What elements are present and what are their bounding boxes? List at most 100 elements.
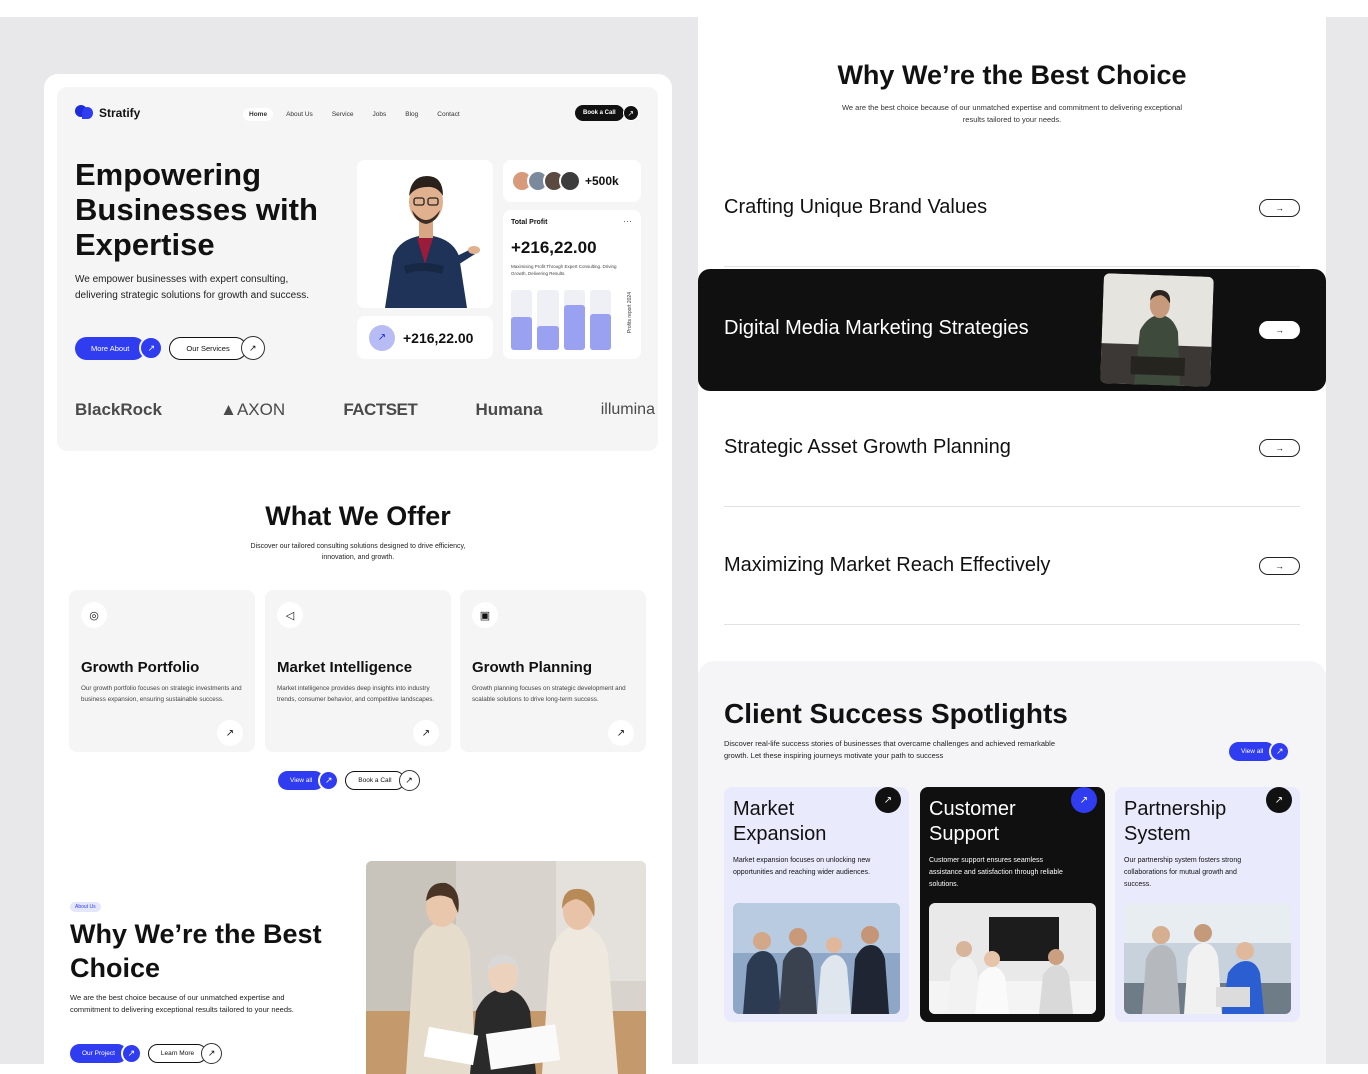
- book-call-button-secondary[interactable]: Book a Call ↗: [345, 770, 420, 791]
- book-call-label: Book a Call: [575, 105, 624, 121]
- offer-card-description: Our growth portfolio focuses on strategi…: [81, 685, 242, 703]
- megaphone-icon: ◁: [277, 602, 303, 628]
- spotlights-description: Discover real-life success stories of bu…: [724, 739, 1055, 760]
- brand-name: Stratify: [99, 105, 141, 120]
- partners-meeting-photo: [1124, 903, 1291, 1014]
- consultant-photo: [357, 160, 493, 308]
- nav-about[interactable]: About Us: [280, 108, 319, 121]
- arrow-up-right-icon: ↗: [139, 336, 164, 360]
- profit-label: Total Profit: [511, 219, 548, 226]
- business-group-photo: [733, 903, 900, 1014]
- arrow-up-right-icon: ↗: [622, 105, 639, 121]
- arrow-right-icon[interactable]: →: [1259, 556, 1300, 575]
- learn-more-label: Learn More: [147, 1044, 208, 1063]
- arrow-right-icon[interactable]: →: [1259, 321, 1300, 339]
- our-project-button[interactable]: Our Project ↗: [70, 1043, 142, 1064]
- offer-section-title: What We Offer: [265, 501, 451, 531]
- arrow-up-right-icon[interactable]: ↗: [875, 787, 901, 813]
- logo-factset: FACTSET: [343, 400, 418, 419]
- growth-stat-value: +216,22.00: [403, 329, 474, 346]
- logo-blackrock: BlackRock: [75, 400, 162, 419]
- offer-card-title: Growth Planning: [472, 659, 592, 676]
- growth-stat-card: ↗ +216,22.00: [357, 316, 493, 359]
- hero-section: Stratify Home About Us Service Jobs Blog…: [57, 87, 658, 451]
- spotlight-card-title: Partnership System: [1124, 798, 1227, 845]
- chart-icon: ▣: [472, 602, 498, 628]
- spotlight-card-partnership[interactable]: Partnership System ↗ Our partnership sys…: [1115, 787, 1300, 1022]
- our-services-label: Our Services: [169, 336, 247, 360]
- landing-page-right: Why We’re the Best Choice We are the bes…: [698, 17, 1326, 1064]
- offer-card-description: Market intelligence provides deep insigh…: [277, 685, 435, 703]
- profit-report-label: Profits report 2024: [627, 292, 633, 334]
- offer-card-growth-planning[interactable]: ▣ Growth Planning Growth planning focuse…: [460, 590, 646, 752]
- client-logos: BlackRock ▲AXON FACTSET Humana illumina: [75, 400, 655, 420]
- arrow-right-icon[interactable]: →: [1259, 198, 1300, 217]
- consultant-seated-photo: [1100, 273, 1214, 387]
- spotlights-view-all-button[interactable]: View all ↗: [1229, 741, 1291, 762]
- clients-count: +500k: [585, 174, 619, 188]
- arrow-up-right-icon[interactable]: ↗: [1071, 787, 1097, 813]
- spotlight-card-title: Market Expansion: [733, 798, 827, 845]
- brand-logo[interactable]: Stratify: [75, 105, 140, 120]
- choice-label: Digital Media Marketing Strategies: [724, 317, 1029, 339]
- about-us-tag: About Us: [70, 902, 101, 912]
- arrow-up-right-icon[interactable]: ↗: [1266, 787, 1292, 813]
- logo-axon: ▲AXON: [220, 400, 286, 419]
- book-call-label: Book a Call: [345, 771, 405, 790]
- user-circle-icon: ◎: [81, 602, 107, 628]
- hero-title: Empowering Businesses with Expertise: [75, 157, 318, 262]
- choice-item-brand-values[interactable]: Crafting Unique Brand Values →: [724, 149, 1300, 267]
- profit-bar: [563, 290, 585, 350]
- nav-contact[interactable]: Contact: [431, 108, 465, 121]
- nav-service[interactable]: Service: [326, 108, 360, 121]
- main-nav: Home About Us Service Jobs Blog Contact: [243, 108, 466, 121]
- view-all-button[interactable]: View all ↗: [278, 770, 340, 791]
- choice-item-asset-growth[interactable]: Strategic Asset Growth Planning →: [724, 389, 1300, 507]
- nav-blog[interactable]: Blog: [399, 108, 424, 121]
- profit-bar: [589, 290, 611, 350]
- book-call-button[interactable]: Book a Call ↗: [575, 105, 639, 121]
- profit-bar-chart: [511, 290, 611, 350]
- learn-more-button[interactable]: Learn More ↗: [147, 1043, 223, 1064]
- landing-page-left: Stratify Home About Us Service Jobs Blog…: [44, 74, 672, 1074]
- logo-humana: Humana: [475, 400, 543, 419]
- offer-card-title: Growth Portfolio: [81, 659, 200, 676]
- arrow-up-right-icon: ↗: [240, 336, 265, 360]
- clients-avatars-card: +500k: [503, 160, 641, 202]
- more-options-icon[interactable]: ···: [623, 216, 632, 226]
- arrow-up-right-icon: ↗: [120, 1043, 142, 1064]
- arrow-up-right-icon: ↗: [398, 770, 420, 791]
- team-meeting-photo: [366, 861, 646, 1074]
- profit-value: +216,22.00: [511, 238, 597, 257]
- arrow-up-right-icon[interactable]: ↗: [608, 720, 634, 746]
- nav-home[interactable]: Home: [243, 108, 274, 121]
- spotlight-card-market-expansion[interactable]: Market Expansion ↗ Market expansion focu…: [724, 787, 909, 1022]
- hero-actions: More About ↗ Our Services ↗: [75, 336, 265, 360]
- spotlight-card-description: Our partnership system fosters strong co…: [1124, 857, 1242, 888]
- choice-label: Strategic Asset Growth Planning: [724, 436, 1011, 458]
- our-project-label: Our Project: [70, 1044, 127, 1063]
- spotlight-card-customer-support[interactable]: Customer Support ↗ Customer support ensu…: [920, 787, 1105, 1022]
- offer-card-title: Market Intelligence: [277, 659, 413, 676]
- arrow-up-right-icon: ↗: [201, 1043, 223, 1064]
- choice-label: Crafting Unique Brand Values: [724, 196, 988, 218]
- total-profit-card: Total Profit ··· +216,22.00 Maximising P…: [503, 210, 641, 359]
- why-best-choice-description: We are the best choice because of our un…: [841, 103, 1183, 124]
- choice-item-market-reach[interactable]: Maximizing Market Reach Effectively →: [724, 507, 1300, 625]
- spotlight-card-title: Customer Support: [929, 798, 1016, 845]
- profit-bar-fill: [589, 314, 611, 350]
- arrow-up-right-icon[interactable]: ↗: [413, 720, 439, 746]
- support-team-photo: [929, 903, 1096, 1014]
- our-services-button[interactable]: Our Services ↗: [169, 336, 265, 360]
- arrow-right-icon[interactable]: →: [1259, 438, 1300, 457]
- profit-bar: [511, 290, 533, 350]
- arrow-up-right-icon: ↗: [1269, 741, 1291, 762]
- nav-jobs[interactable]: Jobs: [367, 108, 393, 121]
- offer-section-description: Discover our tailored consulting solutio…: [250, 543, 466, 561]
- offer-card-growth-portfolio[interactable]: ◎ Growth Portfolio Our growth portfolio …: [69, 590, 255, 752]
- offer-card-market-intelligence[interactable]: ◁ Market Intelligence Market intelligenc…: [265, 590, 451, 752]
- more-about-button[interactable]: More About ↗: [75, 336, 164, 360]
- arrow-up-right-icon[interactable]: ↗: [217, 720, 243, 746]
- avatar: [559, 170, 581, 192]
- choice-item-digital-media[interactable]: Digital Media Marketing Strategies →: [698, 269, 1326, 391]
